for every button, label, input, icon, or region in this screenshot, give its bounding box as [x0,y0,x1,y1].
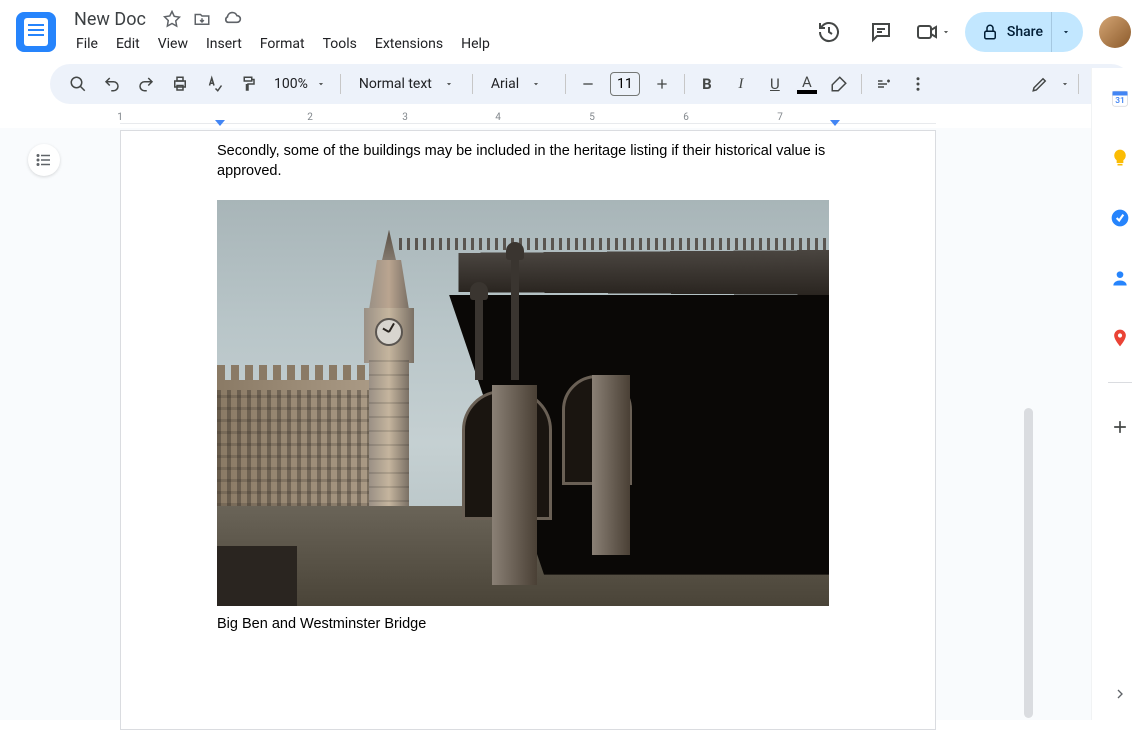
menu-extensions[interactable]: Extensions [367,34,451,58]
editing-mode-button[interactable] [1024,69,1056,99]
insert-link-button[interactable] [868,69,900,99]
image-caption[interactable]: Big Ben and Westminster Bridge [217,616,839,632]
ruler-mark: 1 [117,112,123,123]
document-image[interactable] [217,200,829,606]
maps-app-icon[interactable] [1100,318,1140,358]
left-indent-marker[interactable] [215,120,225,126]
docs-home-icon[interactable] [16,12,56,52]
font-size-input[interactable] [610,72,640,96]
highlight-button[interactable] [823,69,855,99]
increase-font-size-button[interactable] [646,69,678,99]
document-title[interactable]: New Doc [68,7,152,32]
menu-edit[interactable]: Edit [108,34,148,58]
star-icon[interactable] [162,9,182,29]
menu-bar: File Edit View Insert Format Tools Exten… [68,34,498,58]
cloud-status-icon[interactable] [222,9,242,29]
font-select[interactable]: Arial [479,76,559,92]
move-icon[interactable] [192,9,212,29]
tasks-app-icon[interactable] [1100,198,1140,238]
toolbar: 100% Normal text Arial B I U A [50,64,1131,104]
ruler-mark: 3 [402,112,408,123]
chevron-down-icon [316,79,326,89]
ruler-mark: 6 [683,112,689,123]
document-page[interactable]: Secondly, some of the buildings may be i… [120,130,936,730]
account-avatar[interactable] [1099,16,1131,48]
text-color-button[interactable]: A [793,69,821,99]
horizontal-ruler[interactable]: 1 2 3 4 5 6 7 [0,110,1147,130]
zoom-select[interactable]: 100% [266,76,334,92]
bold-button[interactable]: B [691,69,723,99]
chevron-down-icon [444,79,454,89]
right-indent-marker[interactable] [830,120,840,126]
paragraph-style-select[interactable]: Normal text [347,76,466,92]
paragraph-text[interactable]: Secondly, some of the buildings may be i… [217,141,839,182]
lock-icon [981,23,999,41]
ruler-mark: 7 [777,112,783,123]
meet-button[interactable] [913,12,953,52]
vertical-scrollbar-thumb[interactable] [1024,408,1033,718]
share-label: Share [1007,24,1043,40]
svg-text:31: 31 [1115,96,1125,106]
chevron-down-icon [531,79,541,89]
show-outline-button[interactable] [28,144,60,176]
menu-insert[interactable]: Insert [198,34,250,58]
menu-tools[interactable]: Tools [315,34,365,58]
undo-icon[interactable] [96,69,128,99]
print-icon[interactable] [164,69,196,99]
paint-format-icon[interactable] [232,69,264,99]
hide-sidepanel-icon[interactable] [1104,678,1136,710]
redo-icon[interactable] [130,69,162,99]
add-app-icon[interactable] [1100,407,1140,447]
italic-button[interactable]: I [725,69,757,99]
ruler-mark: 2 [307,112,313,123]
decrease-font-size-button[interactable] [572,69,604,99]
keep-app-icon[interactable] [1100,138,1140,178]
menu-help[interactable]: Help [453,34,498,58]
share-button[interactable]: Share [965,12,1083,52]
comments-icon[interactable] [861,12,901,52]
ruler-mark: 5 [589,112,595,123]
share-dropdown[interactable] [1051,12,1079,52]
spellcheck-icon[interactable] [198,69,230,99]
underline-button[interactable]: U [759,69,791,99]
menu-view[interactable]: View [150,34,196,58]
calendar-app-icon[interactable]: 31 [1100,78,1140,118]
more-toolbar-icon[interactable] [902,69,934,99]
menu-file[interactable]: File [68,34,106,58]
menu-format[interactable]: Format [252,34,313,58]
history-icon[interactable] [809,12,849,52]
search-menus-icon[interactable] [62,69,94,99]
chevron-down-icon[interactable] [1060,79,1070,89]
contacts-app-icon[interactable] [1100,258,1140,298]
side-panel: 31 [1091,68,1147,720]
ruler-mark: 4 [495,112,501,123]
